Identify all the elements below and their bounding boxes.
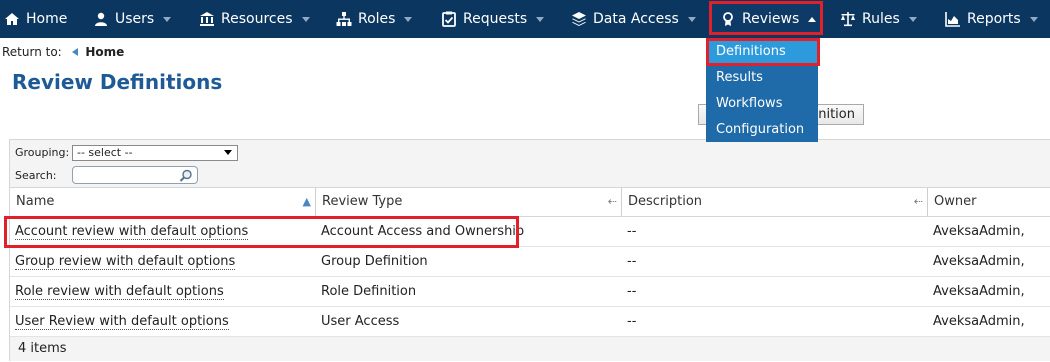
row-review-type: User Access — [321, 314, 400, 329]
nav-roles[interactable]: Roles — [336, 0, 413, 38]
nav-data-access[interactable]: Data Access — [571, 0, 696, 38]
bank-icon — [199, 11, 215, 27]
chevron-down-icon — [1029, 16, 1038, 22]
chevron-down-icon — [404, 16, 413, 22]
award-icon — [720, 11, 736, 27]
sort-icon: ⇠ — [913, 195, 923, 208]
definitions-grid: Grouping: -- select -- Search: Name ▲ Re… — [9, 139, 1050, 361]
grouping-select[interactable]: -- select -- — [72, 145, 238, 161]
sort-ascending-icon: ▲ — [302, 195, 311, 208]
column-header-label: Name — [16, 194, 55, 209]
column-header-description[interactable]: Description ⇠ — [622, 188, 928, 216]
nav-requests-label: Requests — [463, 11, 528, 27]
user-icon — [93, 11, 109, 27]
nav-roles-label: Roles — [358, 11, 396, 27]
column-header-name[interactable]: Name ▲ — [10, 188, 316, 216]
row-name-link[interactable]: User Review with default options — [10, 307, 316, 336]
nav-resources-label: Resources — [221, 11, 293, 27]
row-description: -- — [627, 284, 637, 299]
chevron-down-icon — [301, 16, 310, 22]
sort-icon: ⇠ — [607, 195, 617, 208]
home-icon — [4, 11, 20, 27]
top-nav: Home Users Resources Roles Requests Data — [0, 0, 1050, 38]
row-owner: AveksaAdmin, — [933, 224, 1025, 239]
row-review-type: Group Definition — [321, 254, 428, 269]
nav-reviews-label: Reviews — [742, 11, 800, 27]
row-description: -- — [627, 254, 637, 269]
search-icon[interactable] — [179, 168, 193, 182]
grouping-label: Grouping: — [15, 146, 70, 159]
chevron-down-icon — [224, 150, 232, 155]
nav-resources[interactable]: Resources — [199, 0, 310, 38]
checklist-icon — [441, 11, 457, 27]
menu-item-configuration[interactable]: Configuration — [706, 117, 818, 143]
grouping-select-value: -- select -- — [77, 146, 133, 159]
row-review-type: Role Definition — [321, 284, 417, 299]
table-row[interactable]: Role review with default options Role De… — [10, 277, 1050, 307]
menu-item-results[interactable]: Results — [706, 65, 818, 91]
search-input[interactable] — [72, 166, 198, 184]
row-owner: AveksaAdmin, — [933, 254, 1025, 269]
chevron-up-icon — [808, 16, 817, 22]
nav-reports[interactable]: Reports — [945, 0, 1038, 38]
column-header-label: Description — [628, 194, 703, 209]
sitemap-icon — [336, 11, 352, 27]
search-label: Search: — [15, 169, 57, 182]
breadcrumb: Return to: Home — [2, 45, 124, 59]
column-header-label: Review Type — [322, 194, 403, 209]
nav-requests[interactable]: Requests — [441, 0, 545, 38]
chevron-down-icon — [163, 16, 172, 22]
column-header-owner[interactable]: Owner — [928, 188, 1050, 216]
row-owner: AveksaAdmin, — [933, 284, 1025, 299]
nav-reports-label: Reports — [967, 11, 1021, 27]
nav-users-label: Users — [115, 11, 155, 27]
balance-scale-icon — [840, 11, 856, 27]
column-header-review-type[interactable]: Review Type ⇠ — [316, 188, 622, 216]
definitions-highlight — [706, 38, 820, 66]
row-name-link[interactable]: Role review with default options — [10, 277, 316, 306]
breadcrumb-home-link[interactable]: Home — [85, 45, 124, 59]
chevron-down-icon — [908, 16, 917, 22]
grid-filters: Grouping: -- select -- Search: — [10, 140, 1050, 187]
nav-users[interactable]: Users — [93, 0, 172, 38]
nav-rules-label: Rules — [862, 11, 900, 27]
breadcrumb-prefix: Return to: — [2, 45, 62, 59]
nav-data-access-label: Data Access — [593, 11, 679, 27]
nav-rules[interactable]: Rules — [840, 0, 917, 38]
table-header: Name ▲ Review Type ⇠ Description ⇠ Owner — [10, 187, 1050, 217]
column-header-label: Owner — [934, 194, 977, 209]
page-title: Review Definitions — [12, 70, 223, 94]
row-name-link[interactable]: Group review with default options — [10, 247, 316, 276]
row-owner: AveksaAdmin, — [933, 314, 1025, 329]
nav-home[interactable]: Home — [4, 0, 67, 38]
nav-reviews[interactable]: Reviews — [720, 0, 817, 38]
chevron-down-icon — [687, 16, 696, 22]
layers-icon — [571, 11, 587, 27]
grid-footer-count: 4 items — [10, 337, 1050, 361]
menu-item-workflows[interactable]: Workflows — [706, 91, 818, 117]
row-description: -- — [627, 224, 637, 239]
row-highlight — [4, 216, 519, 248]
chevron-down-icon — [536, 16, 545, 22]
area-chart-icon — [945, 11, 961, 27]
back-arrow-icon — [71, 48, 78, 56]
nav-home-label: Home — [26, 11, 68, 27]
row-description: -- — [627, 314, 637, 329]
table-row[interactable]: Group review with default options Group … — [10, 247, 1050, 277]
table-row[interactable]: User Review with default options User Ac… — [10, 307, 1050, 337]
